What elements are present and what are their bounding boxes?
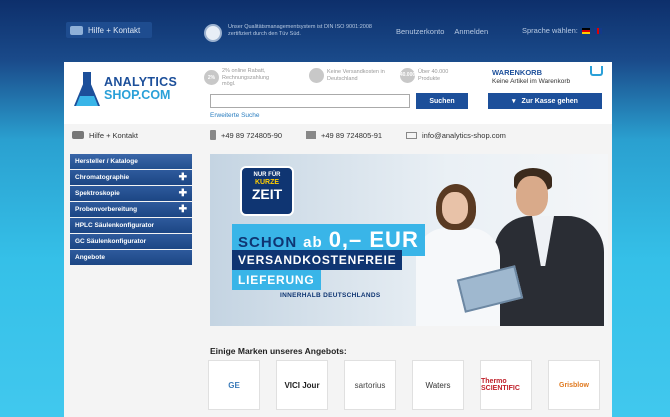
help-contact-label-top: Hilfe + Kontakt [88,25,141,35]
expand-plus-icon[interactable]: ✚ [179,188,187,199]
sidebar-item-label: Hersteller / Kataloge [75,158,138,165]
sidebar-item-chromatography[interactable]: Chromatographie ✚ [70,170,192,185]
promo-ab: ab [303,234,323,251]
promo-line4: INNERHALB DEUTSCHLANDS [280,292,381,299]
promo-banner[interactable]: NUR FÜR KURZE ZEIT SCHON ab 0,– EUR VERS… [210,154,608,326]
sidebar-item-label: HPLC Säulenkonfigurator [75,222,155,229]
flask-logo-icon [74,72,100,106]
brand-logo-ge[interactable]: GE [208,360,260,410]
certification-notice: Unser Qualitätsmanagementsystem ist DIN … [204,24,388,42]
mail-icon [406,131,417,139]
sidebar-item-manufacturers[interactable]: Hersteller / Kataloge [70,154,192,169]
german-flag-icon[interactable] [581,27,590,34]
help-contact-link-top[interactable]: Hilfe + Kontakt [66,22,152,38]
search-input[interactable] [210,94,410,108]
shipping-badge-icon [309,68,324,83]
phone-number: +49 89 724805-90 [221,130,283,140]
tuv-seal-icon [204,24,222,42]
account-links: Benutzerkonto Anmelden [396,27,488,36]
category-sidebar: Hersteller / Kataloge Chromatographie ✚ … [70,154,192,266]
site-header: ANALYTICS SHOP.COM 2% 2% online Rabatt, … [64,62,612,124]
sidebar-item-sample-preparation[interactable]: Probenvorbereitung ✚ [70,202,192,217]
products-badge-icon: 40.000 [400,68,415,83]
fax-info: +49 89 724805-91 [306,131,382,140]
brand-logo-vici[interactable]: VICI Jour [276,360,328,410]
usp-products: 40.000 Über 40.000 Produkte [400,68,464,83]
help-contact-link[interactable]: Hilfe + Kontakt [72,131,138,140]
brand-logo-fish[interactable]: Grisblow [548,360,600,410]
chat-icon [72,131,84,139]
expand-plus-icon[interactable]: ✚ [179,204,187,215]
search-button[interactable]: Suchen [416,93,468,109]
usp-discount: 2% 2% online Rabatt, Rechnungszahlung mö… [204,68,282,88]
phone-icon [210,130,216,140]
promo-prefix: SCHON [238,234,298,251]
help-contact-label: Hilfe + Kontakt [89,130,138,140]
main-panel: ANALYTICS SHOP.COM 2% 2% online Rabatt, … [64,62,612,417]
sidebar-item-label: GC Säulenkonfigurator [75,238,147,245]
expand-plus-icon[interactable]: ✚ [179,172,187,183]
promo-line3: LIEFERUNG [232,270,321,290]
advanced-search-link[interactable]: Erweiterte Suche [210,112,260,119]
language-label: Sprache wählen: [522,26,578,35]
contact-bar: Hilfe + Kontakt +49 89 724805-90 +49 89 … [64,128,612,142]
phone-info: +49 89 724805-90 [210,130,282,140]
sidebar-item-gc-configurator[interactable]: GC Säulenkonfigurator [70,234,192,249]
email-address[interactable]: info@analytics-shop.com [422,131,506,140]
top-bar: Hilfe + Kontakt Unser Qualitätsmanagemen… [0,0,670,60]
sidebar-item-label: Probenvorbereitung [75,206,138,213]
checkout-label: Zur Kasse gehen [521,97,578,105]
brands-title: Einige Marken unseres Angebots: [210,346,347,356]
fax-number: +49 89 724805-91 [321,130,383,140]
fax-icon [306,131,316,139]
checkout-button[interactable]: ▾ Zur Kasse gehen [488,93,602,109]
language-selector: Sprache wählen: [522,26,602,35]
sidebar-item-label: Chromatographie [75,174,130,181]
usp-products-text: Über 40.000 Produkte [418,69,449,82]
brand-logo-waters[interactable]: Waters [412,360,464,410]
logo-line2: SHOP.COM [104,88,171,102]
discount-badge-icon: 2% [204,70,219,86]
uk-flag-icon[interactable] [593,27,602,34]
sidebar-item-label: Angebote [75,254,105,261]
cart-status: Keine Artikel im Warenkorb [492,78,571,85]
brand-logo-sartorius[interactable]: sartorius [344,360,396,410]
account-link[interactable]: Benutzerkonto [396,27,444,36]
badge-line3: ZEIT [251,186,283,202]
site-logo[interactable]: ANALYTICS SHOP.COM [74,72,177,106]
email-info[interactable]: info@analytics-shop.com [406,131,506,140]
chat-icon [70,25,83,35]
sidebar-item-offers[interactable]: Angebote [70,250,192,265]
sidebar-item-label: Spektroskopie [75,190,120,197]
brand-logo-thermo[interactable]: Thermo SCIENTIFIC [480,360,532,410]
usp-shipping-text: Keine Versandkosten in Deutschland [327,69,385,82]
usp-shipping: Keine Versandkosten in Deutschland [309,68,387,83]
certification-text: Unser Qualitätsmanagementsystem ist DIN … [228,24,372,37]
arrow-icon: ▾ [512,98,516,105]
sidebar-item-hplc-configurator[interactable]: HPLC Säulenkonfigurator [70,218,192,233]
limited-time-badge: NUR FÜR KURZE ZEIT [240,166,294,216]
usp-discount-text: 2% online Rabatt, Rechnungszahlung mögl. [222,68,270,87]
badge-line1: NUR FÜR [253,172,281,178]
promo-line2: VERSANDKOSTENFREIE [232,250,403,270]
login-link[interactable]: Anmelden [454,27,488,36]
cart-icon[interactable] [590,66,603,76]
cart-title[interactable]: WARENKORB [492,68,542,77]
sidebar-item-spectroscopy[interactable]: Spektroskopie ✚ [70,186,192,201]
